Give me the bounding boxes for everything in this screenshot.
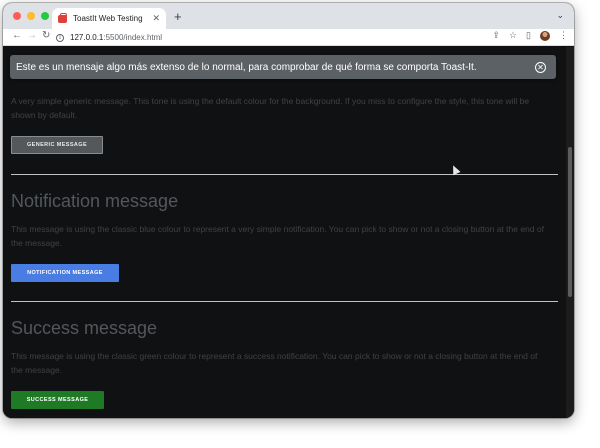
- back-button[interactable]: ←: [12, 30, 22, 41]
- toolbar-actions: ⇪ ☆ ▯ ⋮: [492, 30, 568, 41]
- toast-notification: Este es un mensaje algo más extenso de l…: [10, 55, 556, 79]
- success-message-button[interactable]: SUCCESS MESSAGE: [11, 391, 104, 409]
- new-tab-button[interactable]: +: [174, 9, 182, 24]
- scrollbar-thumb[interactable]: [568, 147, 572, 297]
- generic-description: A very simple generic message. This tone…: [11, 96, 530, 120]
- section-divider: [11, 174, 558, 175]
- site-info-icon[interactable]: i: [56, 33, 64, 42]
- profile-avatar[interactable]: [540, 30, 550, 41]
- url-host: 127.0.0.1: [70, 33, 104, 42]
- toolbox-icon: [58, 12, 67, 23]
- close-window-button[interactable]: [13, 12, 21, 20]
- scrollbar[interactable]: [566, 47, 574, 418]
- url-path: :5500/index.html: [103, 33, 163, 42]
- side-panel-icon[interactable]: ▯: [526, 30, 531, 41]
- address-bar[interactable]: i 127.0.0.1:5500/index.html: [56, 31, 496, 44]
- notification-message-button[interactable]: NOTIFICATION MESSAGE: [11, 264, 119, 282]
- tab-bar: ToastIt Web Testing ✕ + ⌄: [3, 3, 574, 29]
- browser-window: ToastIt Web Testing ✕ + ⌄ ← → ↻ i 127.0.…: [3, 3, 574, 418]
- window-controls: [13, 12, 49, 20]
- tab-search-icon[interactable]: ⌄: [556, 10, 564, 21]
- share-icon[interactable]: ⇪: [492, 30, 500, 41]
- success-title: Success message: [11, 318, 158, 338]
- notification-description: This message is using the classic blue c…: [11, 224, 544, 248]
- tab-active[interactable]: ToastIt Web Testing ✕: [52, 8, 166, 29]
- success-description: This message is using the classic green …: [11, 351, 538, 375]
- generic-message-button[interactable]: GENERIC MESSAGE: [11, 136, 103, 154]
- toast-close-icon[interactable]: ✕: [535, 61, 546, 73]
- tab-title: ToastIt Web Testing: [73, 14, 143, 23]
- notification-title: Notification message: [11, 191, 179, 211]
- section-divider: [11, 301, 558, 302]
- toast-message: Este es un mensaje algo más extenso de l…: [16, 61, 477, 73]
- forward-button[interactable]: →: [27, 30, 37, 41]
- more-menu-icon[interactable]: ⋮: [559, 30, 568, 41]
- maximize-window-button[interactable]: [41, 12, 49, 20]
- reload-button[interactable]: ↻: [42, 30, 50, 41]
- bookmark-star-icon[interactable]: ☆: [509, 30, 517, 41]
- minimize-window-button[interactable]: [27, 12, 35, 20]
- page-viewport[interactable]: Este es un mensaje algo más extenso de l…: [3, 47, 574, 418]
- tab-close-icon[interactable]: ✕: [152, 13, 160, 24]
- browser-toolbar: ← → ↻ i 127.0.0.1:5500/index.html ⇪ ☆ ▯ …: [3, 29, 574, 46]
